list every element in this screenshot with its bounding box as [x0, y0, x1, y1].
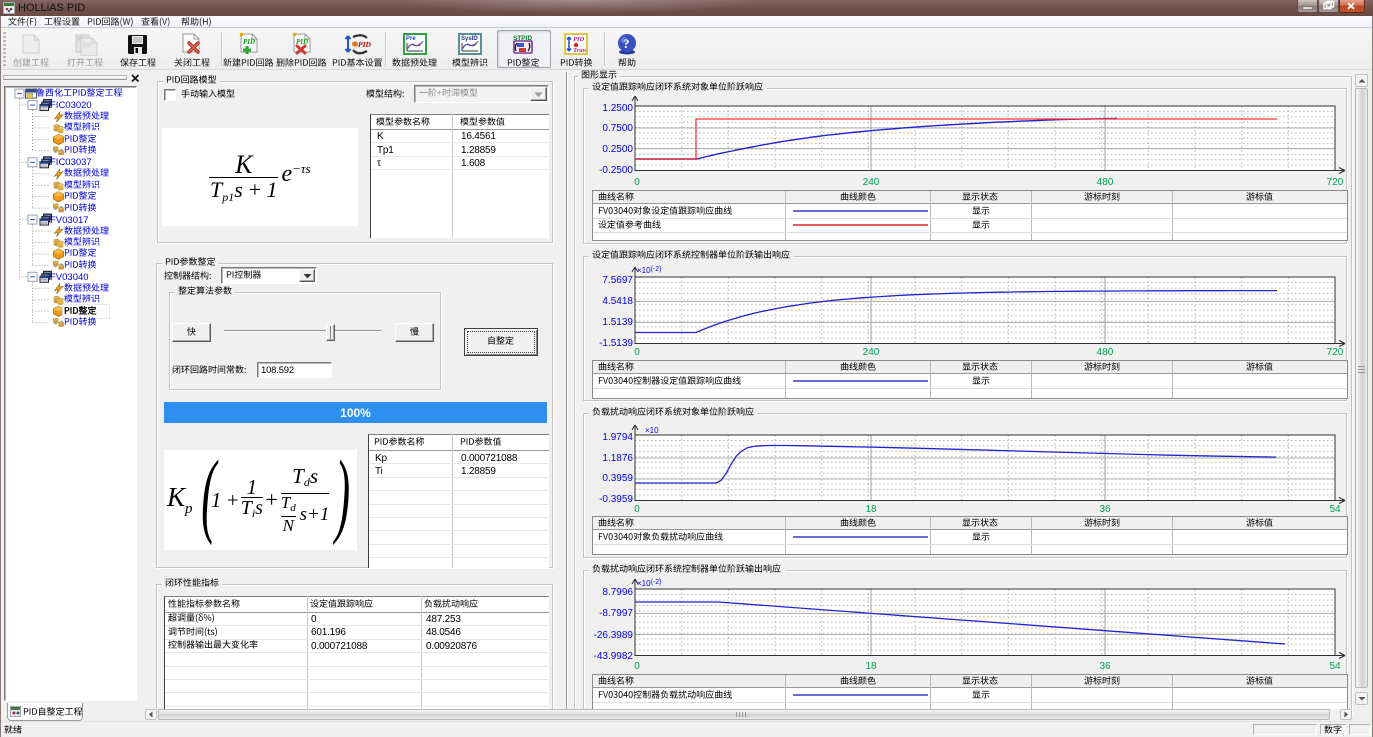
- svg-text:Pre: Pre: [406, 36, 416, 42]
- svg-text:PID: PID: [243, 38, 255, 46]
- svg-text:?: ?: [623, 36, 630, 51]
- svg-text:SysID: SysID: [461, 36, 478, 42]
- svg-text:PID: PID: [573, 36, 585, 43]
- svg-text:PID: PID: [358, 40, 372, 49]
- svg-text:Tran: Tran: [573, 47, 587, 54]
